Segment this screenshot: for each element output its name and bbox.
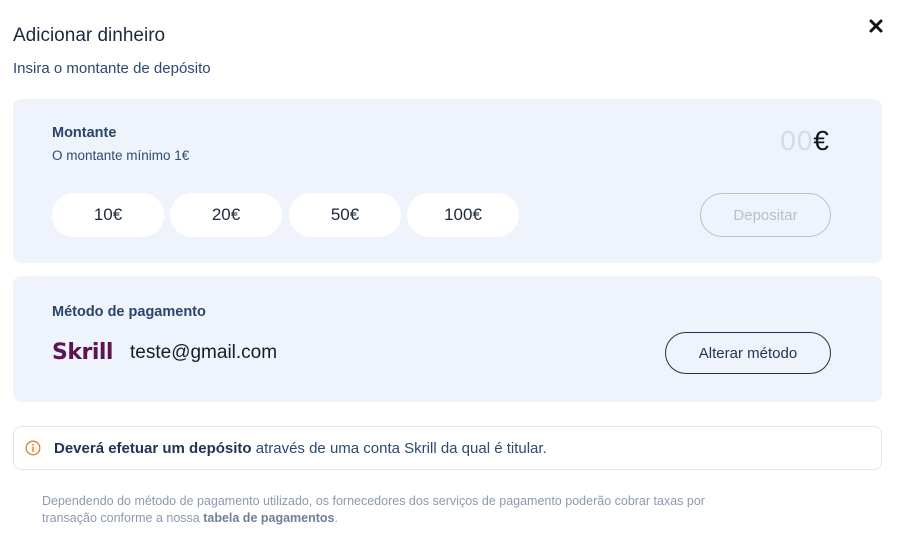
skrill-logo: Skrill: [52, 340, 113, 365]
disclaimer-line-1: Dependendo do método de pagamento utiliz…: [42, 494, 705, 508]
deposit-button[interactable]: Depositar: [700, 193, 831, 237]
account-email: teste@gmail.com: [130, 342, 278, 363]
notice-bold-text: Deverá efetuar um depósito: [54, 440, 252, 457]
change-method-button[interactable]: Alterar método: [665, 332, 831, 374]
amount-input[interactable]: 00€: [780, 125, 830, 157]
disclaimer-line-2: transação conforme a nossa: [42, 511, 204, 525]
notice-rest-text: através de uma conta Skrill da qual é ti…: [251, 440, 547, 457]
close-button[interactable]: [864, 14, 888, 38]
amount-card: Montante O montante mínimo 1€ 00€ 10€ 20…: [13, 99, 882, 263]
payment-method-card: Método de pagamento Skrill teste@gmail.c…: [13, 276, 882, 402]
payment-method-label: Método de pagamento: [52, 304, 206, 320]
currency-symbol: €: [813, 125, 830, 156]
quick-amount-20-button[interactable]: 20€: [170, 193, 282, 237]
amount-value: 00: [780, 125, 814, 156]
modal-subtitle: Insira o montante de depósito: [13, 60, 211, 77]
quick-amount-100-button[interactable]: 100€: [407, 193, 519, 237]
close-icon: [869, 19, 883, 33]
quick-amount-10-button[interactable]: 10€: [52, 193, 164, 237]
minimum-amount-hint: O montante mínimo 1€: [52, 148, 190, 163]
disclaimer-end: .: [334, 511, 338, 525]
notice-text: Deverá efetuar um depósito através de um…: [54, 440, 547, 457]
fees-disclaimer: Dependendo do método de pagamento utiliz…: [42, 493, 762, 527]
modal-title: Adicionar dinheiro: [13, 25, 166, 46]
amount-label: Montante: [52, 125, 117, 141]
payments-table-link[interactable]: tabela de pagamentos: [203, 511, 334, 525]
info-icon: [25, 440, 41, 456]
deposit-notice: Deverá efetuar um depósito através de um…: [13, 426, 882, 470]
quick-amount-50-button[interactable]: 50€: [289, 193, 401, 237]
